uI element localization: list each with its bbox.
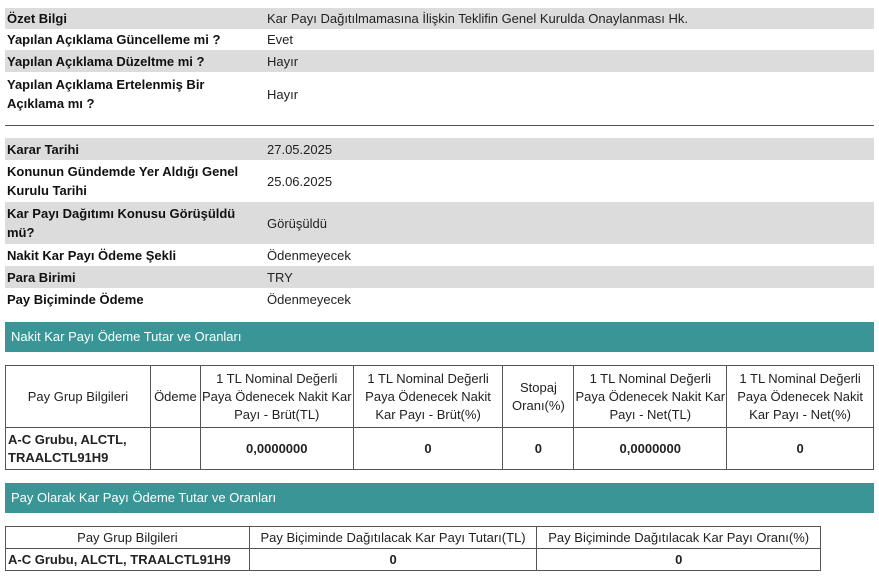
- header-share-amount: Pay Biçiminde Dağıtılacak Kar Payı Tutar…: [248, 526, 538, 549]
- share-payment-label: Pay Biçiminde Ödeme: [7, 291, 144, 307]
- deferred-label-line-2: Açıklama mı ?: [7, 96, 95, 111]
- discussed-label-line-1: Kar Payı Dağıtımı Konusu Görüşüldü: [7, 206, 236, 221]
- payment-type-value: Ödenmeyecek: [267, 247, 351, 263]
- cell-net-tl: 0,0000000: [573, 427, 728, 470]
- summary-row: Özet Bilgi Kar Payı Dağıtılmamasına İliş…: [5, 8, 874, 29]
- agenda-label-line-2: Kurulu Tarihi: [7, 183, 87, 198]
- deferred-label: Yapılan Açıklama Ertelenmiş Bir Açıklama…: [5, 75, 267, 113]
- table-header-row: Pay Grup Bilgileri Pay Biçiminde Dağıtıl…: [5, 526, 821, 549]
- discussed-row: Kar Payı Dağıtımı Konusu Görüşüldü mü? G…: [5, 202, 874, 244]
- header-gross-tl: 1 TL Nominal Değerli Paya Ödenecek Nakit…: [199, 365, 354, 428]
- agenda-date-row: Konunun Gündemde Yer Aldığı Genel Kurulu…: [5, 160, 874, 202]
- summary-value: Kar Payı Dağıtılmamasına İlişkin Teklifi…: [267, 11, 688, 26]
- currency-value: TRY: [267, 269, 293, 285]
- deferred-label-line-1: Yapılan Açıklama Ertelenmiş Bir: [7, 77, 205, 92]
- payment-type-row: Nakit Kar Payı Ödeme Şekli Ödenmeyecek: [5, 244, 874, 266]
- header-payment: Ödeme: [149, 365, 201, 428]
- cash-dividend-table: Pay Grup Bilgileri Ödeme 1 TL Nominal De…: [5, 365, 874, 470]
- cell-share-amount: 0: [248, 548, 538, 571]
- cell-withholding: 0: [502, 427, 575, 470]
- agenda-date-label: Konunun Gündemde Yer Aldığı Genel Kurulu…: [5, 162, 267, 200]
- correction-label: Yapılan Açıklama Düzeltme mi ?: [7, 53, 205, 69]
- discussed-label-line-2: mü?: [7, 225, 35, 240]
- payment-type-label: Nakit Kar Payı Ödeme Şekli: [7, 247, 177, 263]
- cash-section-header: Nakit Kar Payı Ödeme Tutar ve Oranları: [5, 322, 874, 352]
- correction-value: Hayır: [267, 53, 299, 69]
- header-group: Pay Grup Bilgileri: [5, 526, 250, 549]
- section-divider: [5, 125, 874, 126]
- cell-payment: [149, 427, 201, 470]
- table-row: A-C Grubu, ALCTL, TRAALCTL91H9 0,0000000…: [5, 427, 874, 470]
- update-value: Evet: [267, 32, 294, 47]
- share-section-header: Pay Olarak Kar Payı Ödeme Tutar ve Oranl…: [5, 483, 874, 513]
- cell-gross-pct: 0: [352, 427, 504, 470]
- header-share-ratio: Pay Biçiminde Dağıtılacak Kar Payı Oranı…: [536, 526, 821, 549]
- agenda-date-value: 25.06.2025: [267, 173, 333, 189]
- share-dividend-table: Pay Grup Bilgileri Pay Biçiminde Dağıtıl…: [5, 526, 821, 571]
- cell-share-ratio: 0: [536, 548, 821, 571]
- discussed-label: Kar Payı Dağıtımı Konusu Görüşüldü mü?: [5, 204, 267, 242]
- cell-net-pct: 0: [726, 427, 874, 470]
- decision-date-value: 27.05.2025: [267, 141, 333, 157]
- update-row: Yapılan Açıklama Güncelleme mi ? Evet: [5, 29, 874, 50]
- header-net-tl: 1 TL Nominal Değerli Paya Ödenecek Nakit…: [573, 365, 728, 428]
- share-payment-row: Pay Biçiminde Ödeme Ödenmeyecek: [5, 288, 874, 310]
- discussed-value: Görüşüldü: [267, 215, 327, 231]
- header-gross-pct: 1 TL Nominal Değerli Paya Ödenecek Nakit…: [352, 365, 504, 428]
- currency-row: Para Birimi TRY: [5, 266, 874, 288]
- cell-group: A-C Grubu, ALCTL, TRAALCTL91H9: [5, 548, 250, 571]
- table-row: A-C Grubu, ALCTL, TRAALCTL91H9 0 0: [5, 548, 821, 571]
- header-group: Pay Grup Bilgileri: [5, 365, 151, 428]
- cell-group: A-C Grubu, ALCTL, TRAALCTL91H9: [5, 427, 151, 470]
- table-header-row: Pay Grup Bilgileri Ödeme 1 TL Nominal De…: [5, 365, 874, 428]
- agenda-label-line-1: Konunun Gündemde Yer Aldığı Genel: [7, 164, 239, 179]
- currency-label: Para Birimi: [7, 269, 76, 285]
- cell-gross-tl: 0,0000000: [199, 427, 354, 470]
- header-net-pct: 1 TL Nominal Değerli Paya Ödenecek Nakit…: [726, 365, 874, 428]
- share-payment-value: Ödenmeyecek: [267, 291, 351, 307]
- summary-label: Özet Bilgi: [7, 11, 67, 26]
- correction-row: Yapılan Açıklama Düzeltme mi ? Hayır: [5, 50, 874, 72]
- decision-date-row: Karar Tarihi 27.05.2025: [5, 138, 874, 160]
- update-label: Yapılan Açıklama Güncelleme mi ?: [7, 32, 221, 47]
- header-withholding: Stopaj Oranı(%): [502, 365, 575, 428]
- deferred-value: Hayır: [267, 86, 299, 102]
- deferred-row: Yapılan Açıklama Ertelenmiş Bir Açıklama…: [5, 72, 874, 116]
- decision-date-label: Karar Tarihi: [7, 141, 80, 157]
